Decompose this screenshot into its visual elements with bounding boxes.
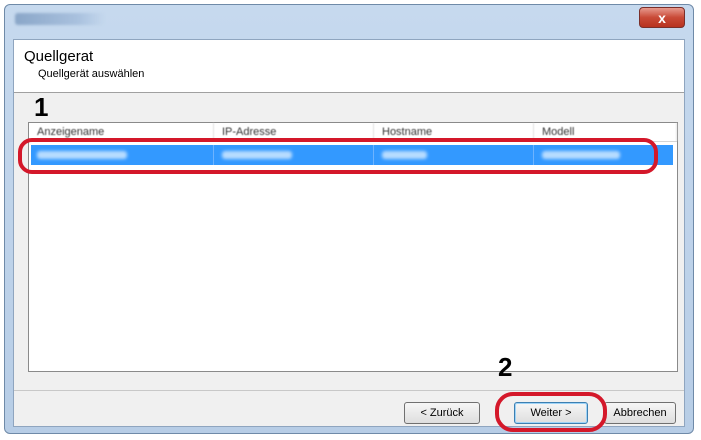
window-title-obscured: [15, 13, 105, 25]
close-icon: x: [658, 9, 666, 26]
annotation-ring-next: [495, 392, 607, 432]
annotation-marker-2: 2: [498, 352, 513, 382]
page-subtitle: Quellgerät auswählen: [38, 68, 145, 80]
dialog-content: Quellgerat Quellgerät auswählen 1 Anzeig…: [13, 39, 685, 432]
annotation-ring-row: [18, 138, 658, 174]
annotation-marker-1: 1: [34, 92, 49, 122]
close-button[interactable]: x: [639, 7, 685, 28]
footer-divider: [14, 390, 684, 391]
back-button[interactable]: < Zurück: [404, 402, 480, 424]
cancel-button[interactable]: Abbrechen: [604, 402, 676, 424]
title-bar: x: [5, 5, 693, 35]
wizard-header: Quellgerat Quellgerät auswählen: [14, 40, 684, 93]
page-title: Quellgerat: [24, 48, 94, 65]
dialog-window: x Quellgerat Quellgerät auswählen 1 Anze…: [4, 4, 694, 434]
